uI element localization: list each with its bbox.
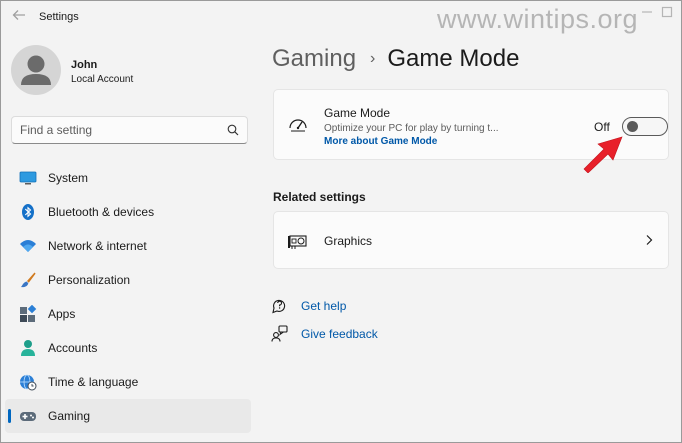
game-mode-toggle[interactable] bbox=[622, 117, 668, 136]
back-button[interactable] bbox=[9, 7, 29, 27]
help-chat-icon bbox=[272, 299, 286, 314]
sidebar-item-label: Apps bbox=[48, 307, 76, 321]
person-icon bbox=[21, 340, 35, 356]
wifi-icon bbox=[20, 240, 36, 252]
more-about-game-mode-link[interactable]: More about Game Mode bbox=[324, 136, 437, 147]
graphics-label: Graphics bbox=[324, 234, 373, 248]
arrow-left-icon bbox=[12, 10, 25, 20]
sidebar-item-apps[interactable]: Apps bbox=[5, 297, 251, 331]
paintbrush-icon bbox=[21, 272, 36, 288]
apps-icon bbox=[20, 305, 37, 322]
minimize-icon[interactable] bbox=[641, 6, 653, 18]
game-mode-description: Optimize your PC for play by turning t..… bbox=[324, 123, 499, 134]
sidebar-item-gaming[interactable]: Gaming bbox=[5, 399, 251, 433]
get-help-label: Get help bbox=[301, 299, 347, 313]
gamepad-icon bbox=[20, 412, 36, 421]
watermark: www.wintips.org bbox=[437, 4, 639, 34]
sidebar-item-label: Network & internet bbox=[48, 239, 147, 253]
person-silhouette-icon bbox=[21, 55, 51, 85]
breadcrumb-separator: › bbox=[370, 50, 376, 67]
search-icon[interactable] bbox=[227, 124, 239, 136]
sidebar-item-label: Time & language bbox=[48, 375, 139, 389]
sidebar-item-label: Gaming bbox=[48, 409, 91, 423]
sidebar-item-personalization[interactable]: Personalization bbox=[5, 263, 251, 297]
give-feedback-label: Give feedback bbox=[301, 327, 378, 341]
related-item-graphics[interactable]: Graphics bbox=[273, 211, 669, 269]
sidebar-item-label: Bluetooth & devices bbox=[48, 205, 155, 219]
get-help-link[interactable]: Get help bbox=[271, 296, 431, 316]
graphics-card-icon bbox=[288, 235, 307, 249]
user-name: John bbox=[71, 59, 98, 71]
app-title: Settings bbox=[39, 11, 79, 23]
red-arrow-annotation bbox=[583, 136, 623, 173]
window-controls bbox=[641, 6, 673, 18]
search-box[interactable] bbox=[11, 116, 248, 144]
sidebar-nav: System Bluetooth & devices Network & int… bbox=[1, 161, 251, 433]
related-settings-heading: Related settings bbox=[273, 190, 366, 204]
title-bar: Settings www.wintips.org bbox=[1, 1, 682, 34]
sidebar-item-label: System bbox=[48, 171, 89, 185]
page-title: Game Mode bbox=[387, 45, 520, 72]
sidebar-item-label: Personalization bbox=[48, 273, 131, 287]
sidebar-item-network[interactable]: Network & internet bbox=[5, 229, 251, 263]
breadcrumb: Gaming › Game Mode bbox=[272, 45, 519, 73]
sidebar-item-system[interactable]: System bbox=[5, 161, 251, 195]
avatar[interactable] bbox=[11, 45, 61, 95]
toggle-knob bbox=[627, 121, 638, 132]
chevron-right-icon bbox=[646, 235, 653, 245]
give-feedback-link[interactable]: Give feedback bbox=[271, 324, 431, 344]
sidebar-item-time-language[interactable]: Time & language bbox=[5, 365, 251, 399]
account-type: Local Account bbox=[71, 74, 134, 85]
feedback-icon bbox=[271, 325, 288, 342]
sidebar-item-label: Accounts bbox=[48, 341, 98, 355]
breadcrumb-parent[interactable]: Gaming bbox=[272, 45, 356, 73]
game-mode-title: Game Mode bbox=[324, 106, 391, 120]
search-input[interactable] bbox=[20, 117, 220, 143]
sidebar-item-accounts[interactable]: Accounts bbox=[5, 331, 251, 365]
bluetooth-icon bbox=[22, 204, 34, 220]
monitor-icon bbox=[19, 171, 37, 185]
maximize-icon[interactable] bbox=[661, 6, 673, 18]
game-mode-icon bbox=[289, 119, 307, 132]
sidebar-item-bluetooth[interactable]: Bluetooth & devices bbox=[5, 195, 251, 229]
globe-clock-icon bbox=[20, 374, 37, 391]
